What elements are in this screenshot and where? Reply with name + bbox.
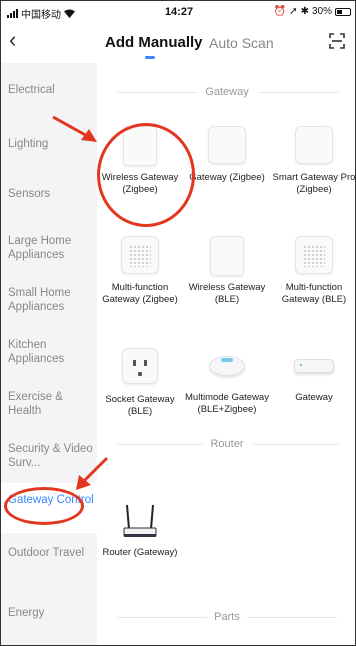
device-smart-gateway-pro[interactable]: Smart Gateway Pro (Zigbee) (271, 126, 356, 196)
back-chevron-icon[interactable]: ‹ (9, 29, 16, 51)
sidebar-item-sensors[interactable]: Sensors (1, 187, 97, 201)
tab-auto-scan[interactable]: Auto Scan (209, 35, 274, 51)
category-sidebar: Electrical Lighting Sensors Large Home A… (1, 63, 97, 645)
device-multi-function-gateway-ble[interactable]: Multi-function Gateway (BLE) (271, 236, 355, 306)
socket-gateway-icon (120, 348, 160, 388)
device-name: Router (Gateway) (102, 547, 178, 558)
sidebar-item-small-home-appliances[interactable]: Small Home Appliances (1, 286, 97, 314)
sidebar-item-outdoor-travel[interactable]: Outdoor Travel (1, 546, 97, 560)
annotation-arrow-icon (52, 115, 97, 142)
sidebar-item-exercise-health[interactable]: Exercise & Health (1, 390, 97, 418)
alarm-icon: ⏰ (273, 6, 287, 17)
annotation-arrow-icon (76, 456, 109, 490)
device-socket-gateway-ble[interactable]: Socket Gateway (BLE) (97, 346, 183, 418)
device-name: Multi-function Gateway (BLE) (281, 282, 347, 305)
wireless-gateway-icon: · · (207, 236, 247, 276)
sidebar-item-electrical[interactable]: Electrical (1, 83, 97, 97)
annotation-circle-wireless-gateway (97, 123, 195, 227)
bluetooth-icon: ✱ (300, 6, 309, 17)
scan-icon[interactable] (329, 33, 345, 49)
status-bar: 中国移动 14:27 ⏰ ➚ ✱ 30% (1, 1, 355, 23)
device-name: Multimode Gateway (BLE+Zigbee) (185, 392, 269, 415)
device-gateway[interactable]: Gateway (271, 346, 355, 404)
device-name: Wireless Gateway (BLE) (188, 282, 266, 305)
gateway-icon (294, 346, 334, 386)
router-icon (120, 501, 160, 541)
section-title: Parts (214, 611, 240, 623)
multimode-gateway-icon (207, 346, 247, 386)
device-name: Socket Gateway (BLE) (105, 394, 175, 417)
phone-screen: 中国移动 14:27 ⏰ ➚ ✱ 30% ‹ Add Manually Auto… (0, 0, 356, 646)
battery-label: 30% (311, 6, 332, 17)
status-right: ⏰ ➚ ✱ 30% (274, 6, 351, 17)
gateway-icon (207, 126, 247, 166)
device-multimode-gateway[interactable]: Multimode Gateway (BLE+Zigbee) (184, 346, 270, 416)
sidebar-item-energy[interactable]: Energy (1, 606, 97, 620)
section-title: Router (210, 438, 244, 450)
section-title: Gateway (205, 86, 249, 98)
section-router: Router (97, 436, 355, 452)
device-multi-function-gateway-zigbee[interactable]: Multi-function Gateway (Zigbee) (97, 236, 183, 306)
device-name: Gateway (295, 392, 333, 403)
sidebar-item-kitchen-appliances[interactable]: Kitchen Appliances (1, 338, 97, 366)
device-name: Smart Gateway Pro (Zigbee) (272, 172, 356, 195)
smart-gateway-icon (294, 126, 334, 166)
multi-function-gateway-icon (120, 236, 160, 276)
nav-bar: ‹ Add Manually Auto Scan (1, 23, 355, 63)
battery-icon (335, 7, 351, 16)
device-name: Gateway (Zigbee) (189, 172, 265, 183)
tab-add-manually[interactable]: Add Manually (105, 34, 203, 51)
section-parts: Parts (97, 609, 355, 625)
device-router-gateway[interactable]: Router (Gateway) (97, 501, 183, 559)
device-gateway-zigbee[interactable]: Gateway (Zigbee) (184, 126, 270, 184)
active-tab-indicator (145, 56, 155, 59)
multi-function-gateway-icon (294, 236, 334, 276)
location-icon: ➚ (289, 6, 298, 17)
sidebar-item-large-home-appliances[interactable]: Large Home Appliances (1, 234, 97, 262)
device-wireless-gateway-ble[interactable]: · · Wireless Gateway (BLE) (184, 236, 270, 306)
device-name: Multi-function Gateway (Zigbee) (102, 282, 178, 305)
section-gateway: Gateway (97, 84, 355, 100)
